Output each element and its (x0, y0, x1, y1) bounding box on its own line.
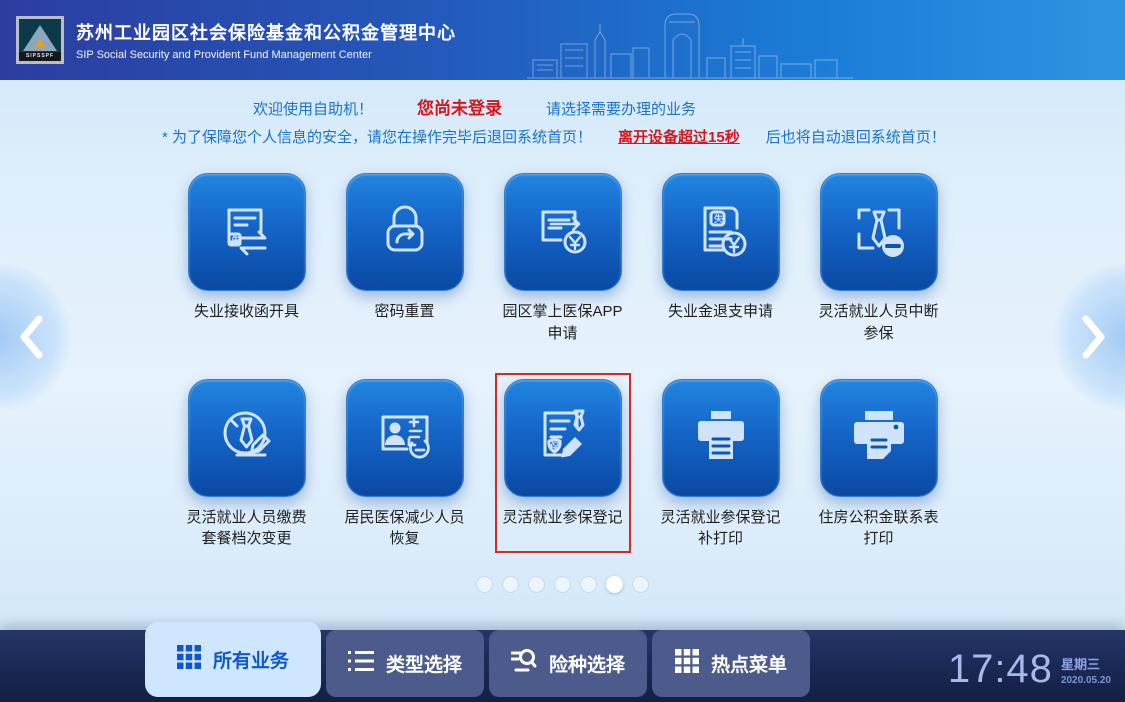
pagination-dot[interactable] (554, 576, 571, 593)
service-tile[interactable]: 失 (662, 173, 780, 291)
service-label: 失业金退支申请 (657, 301, 785, 323)
chevron-left-icon (18, 314, 44, 360)
carousel-prev-button[interactable] (18, 314, 44, 365)
tab-label: 类型选择 (386, 650, 462, 677)
pagination-dot[interactable] (476, 576, 493, 593)
tab-insurance-selection[interactable]: 险种选择 (489, 630, 647, 697)
timeout-warning-text: 离开设备超过15秒 (618, 126, 740, 147)
pagination-dot[interactable] (632, 576, 649, 593)
suzhou-skyline-graphic (525, 10, 855, 80)
service-item-medical-app[interactable]: 园区掌上医保APP申请 (484, 173, 642, 345)
page-title: 苏州工业园区社会保险基金和公积金管理中心 (76, 19, 456, 45)
welcome-text: 欢迎使用自助机！ (253, 98, 373, 119)
pagination (0, 576, 1125, 593)
service-label: 灵活就业参保登记补打印 (657, 507, 785, 551)
search-icon (511, 648, 537, 680)
clock-date: 2020.05.20 (1061, 675, 1111, 686)
bottom-tabs: 所有业务 类型选择 险 (145, 622, 810, 697)
service-tile[interactable] (662, 379, 780, 497)
tie-minus-icon (847, 198, 911, 267)
doc-arrow-yen-icon (531, 198, 595, 267)
clock: 17:48 星期三 2020.05.20 (948, 647, 1111, 692)
logo-text: SIPSSPF (19, 52, 61, 61)
logo-triangle-icon (23, 25, 57, 51)
service-label: 失业接收函开具 (183, 301, 311, 323)
sipsspf-logo: SIPSSPF (16, 16, 64, 64)
svg-text:失: 失 (231, 234, 241, 245)
service-tile[interactable]: 保 (504, 379, 622, 497)
service-item-resident-medical-restore[interactable]: 居民医保减少人员恢复 (326, 379, 484, 551)
tab-label: 险种选择 (549, 650, 625, 677)
service-tile[interactable] (820, 173, 938, 291)
security-tip-suffix: 后也将自动退回系统首页！ (766, 126, 946, 147)
security-tip-prefix: * 为了保障您个人信息的安全，请您在操作完毕后退回系统首页！ (162, 126, 592, 147)
tab-all-services[interactable]: 所有业务 (145, 622, 321, 697)
tab-label: 所有业务 (213, 646, 289, 673)
service-item-housing-fund-print[interactable]: 住房公积金联系表打印 (800, 379, 958, 551)
prompt-text: 请选择需要办理的业务 (546, 98, 696, 119)
lock-reset-icon (373, 198, 437, 267)
service-tile[interactable] (504, 173, 622, 291)
service-tile[interactable] (346, 379, 464, 497)
grid-icon (177, 645, 201, 675)
circle-tie-pencil-icon (215, 403, 279, 472)
pagination-dot[interactable] (502, 576, 519, 593)
login-status-text: 您尚未登录 (417, 94, 502, 119)
clock-time: 17:48 (948, 647, 1053, 692)
service-item-unemployment-refund[interactable]: 失 失业金退支申请 (642, 173, 800, 345)
svg-text:失: 失 (714, 213, 724, 224)
page-subtitle: SIP Social Security and Provident Fund M… (76, 49, 456, 61)
header: SIPSSPF 苏州工业园区社会保险基金和公积金管理中心 SIP Social … (0, 0, 1125, 80)
printer-paper-icon (847, 403, 911, 472)
clock-weekday: 星期三 (1061, 654, 1111, 673)
svg-text:保: 保 (549, 441, 560, 452)
service-tile[interactable] (346, 173, 464, 291)
doc-swap-arrows-icon: 失 (215, 198, 279, 267)
service-label: 园区掌上医保APP申请 (499, 301, 627, 345)
pagination-dot-active[interactable] (606, 576, 623, 593)
tab-type-selection[interactable]: 类型选择 (326, 630, 484, 697)
printer-icon (689, 403, 753, 472)
pagination-dot[interactable] (528, 576, 545, 593)
service-item-unemployment-letter[interactable]: 失 失业接收函开具 (168, 173, 326, 345)
service-grid: 失 失业接收函开具 密码重置 (168, 173, 958, 550)
service-item-payment-tier-change[interactable]: 灵活就业人员缴费套餐档次变更 (168, 379, 326, 551)
carousel-next-button[interactable] (1081, 314, 1107, 365)
service-tile[interactable] (188, 379, 306, 497)
kiosk-screen: SIPSSPF 苏州工业园区社会保险基金和公积金管理中心 SIP Social … (0, 0, 1125, 702)
list-icon (348, 649, 374, 679)
chevron-right-icon (1081, 314, 1107, 360)
notice-line-1: 欢迎使用自助机！ 您尚未登录 请选择需要办理的业务 (253, 94, 1125, 119)
service-label: 密码重置 (341, 301, 469, 323)
grid-icon (675, 649, 699, 679)
tab-hot-menu[interactable]: 热点菜单 (652, 630, 810, 697)
service-label: 住房公积金联系表打印 (815, 507, 943, 551)
doc-yen-refund-icon: 失 (689, 198, 753, 267)
service-tile[interactable] (820, 379, 938, 497)
service-label: 灵活就业人员缴费套餐档次变更 (183, 507, 311, 551)
service-label: 灵活就业参保登记 (499, 507, 627, 529)
notice-line-2: * 为了保障您个人信息的安全，请您在操作完毕后退回系统首页！ 离开设备超过15秒… (162, 126, 1125, 147)
tab-label: 热点菜单 (711, 650, 787, 677)
service-item-registration-reprint[interactable]: 灵活就业参保登记补打印 (642, 379, 800, 551)
service-item-interrupt-insurance[interactable]: 灵活就业人员中断参保 (800, 173, 958, 345)
service-label: 居民医保减少人员恢复 (341, 507, 469, 551)
service-item-password-reset[interactable]: 密码重置 (326, 173, 484, 345)
service-tile[interactable]: 失 (188, 173, 306, 291)
service-item-flexible-employment-registration[interactable]: 保 灵活就业参保登记 (484, 379, 642, 551)
bottom-nav-bar: 所有业务 类型选择 险 (0, 630, 1125, 702)
idcard-person-restore-icon (373, 403, 437, 472)
service-label: 灵活就业人员中断参保 (815, 301, 943, 345)
pagination-dot[interactable] (580, 576, 597, 593)
doc-tie-pencil-icon: 保 (531, 403, 595, 472)
